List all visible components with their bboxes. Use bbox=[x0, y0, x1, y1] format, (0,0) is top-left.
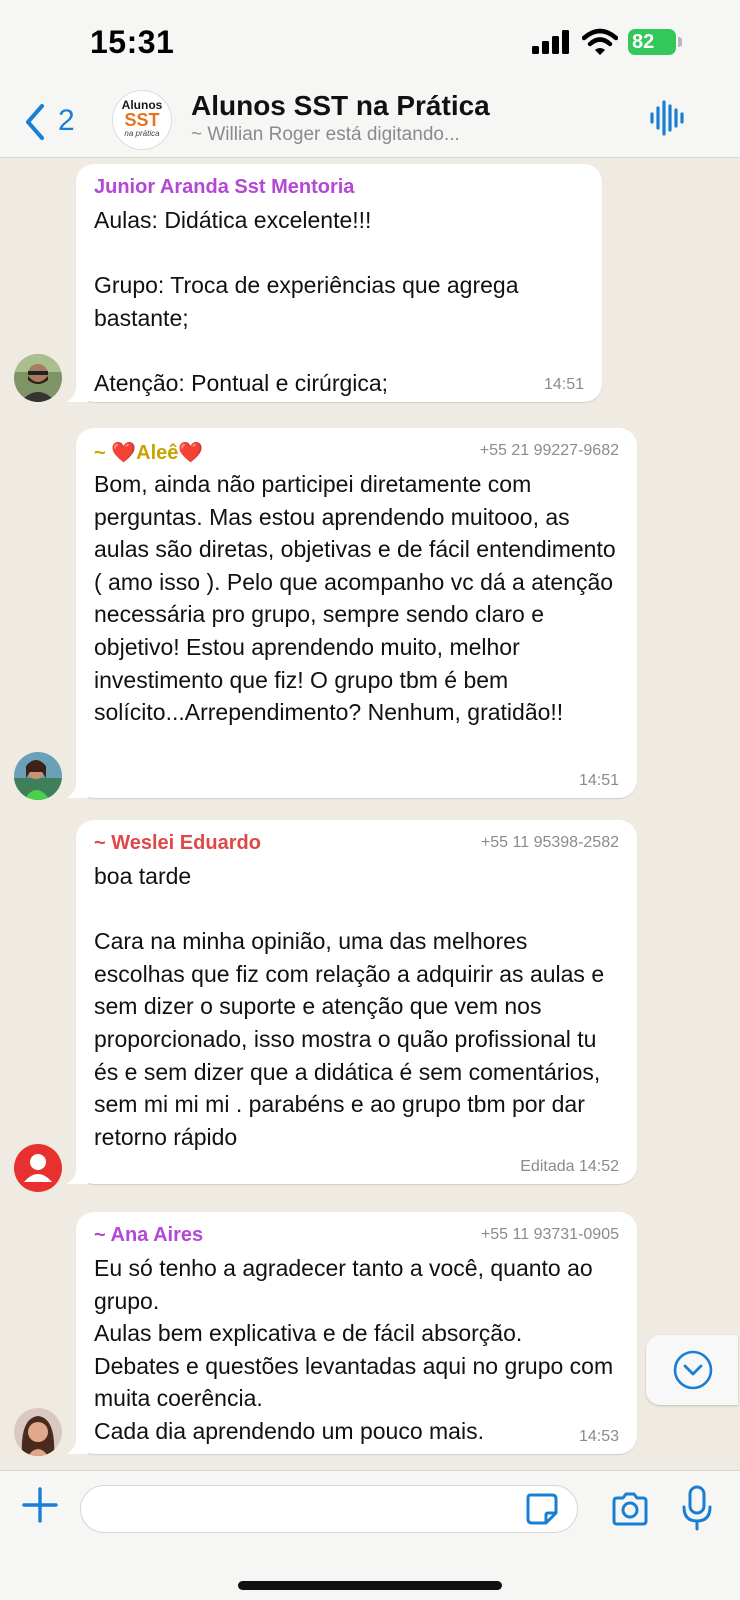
sender-phone: +55 11 93731-0905 bbox=[480, 1226, 619, 1243]
camera-icon[interactable] bbox=[610, 1489, 650, 1529]
message-input-bar bbox=[0, 1470, 740, 1600]
sender-phone: +55 21 99227-9682 bbox=[479, 442, 619, 459]
bubble-tail bbox=[66, 1434, 88, 1454]
sender-name[interactable]: ~ Weslei Eduardo bbox=[94, 832, 261, 855]
message-bubble[interactable]: ~ Weslei Eduardo +55 11 95398-2582 boa t… bbox=[66, 820, 637, 1184]
logo-text-line2: SST bbox=[124, 110, 160, 130]
sticker-icon[interactable] bbox=[524, 1491, 560, 1527]
avatar[interactable] bbox=[14, 752, 62, 800]
back-button[interactable]: 2 bbox=[20, 100, 90, 144]
default-user-icon bbox=[16, 1146, 60, 1190]
bubble-tail bbox=[66, 778, 88, 798]
plus-icon[interactable] bbox=[20, 1485, 60, 1525]
avatar[interactable] bbox=[14, 1408, 62, 1456]
message-time: Editada 14:52 bbox=[520, 1158, 619, 1175]
unread-count: 2 bbox=[58, 104, 75, 137]
sender-name[interactable]: ~ Ana Aires bbox=[94, 1224, 203, 1247]
sender-name[interactable]: Junior Aranda Sst Mentoria bbox=[94, 176, 354, 199]
bubble-tail bbox=[66, 382, 88, 402]
wifi-icon bbox=[582, 28, 618, 55]
sender-name[interactable]: ~ ❤️Aleê❤️ bbox=[94, 440, 203, 465]
sender-phone: +55 11 95398-2582 bbox=[480, 834, 619, 851]
home-indicator[interactable] bbox=[238, 1581, 502, 1590]
message-time: 14:51 bbox=[543, 376, 584, 393]
logo-text-line3: na prática bbox=[124, 129, 160, 138]
message-text: boa tarde Cara na minha opinião, uma das… bbox=[94, 863, 605, 1150]
message-text: Eu só tenho a agradecer tanto a você, qu… bbox=[94, 1255, 614, 1444]
bubble-tail bbox=[66, 1164, 88, 1184]
scroll-to-bottom-button[interactable] bbox=[646, 1335, 738, 1405]
message-text: Aulas: Didática excelente!!! Grupo: Troc… bbox=[94, 207, 519, 396]
cell-signal-icon bbox=[532, 30, 569, 54]
avatar[interactable] bbox=[14, 354, 62, 402]
chat-header: 2 Alunos SST na prática Alunos SST na Pr… bbox=[0, 88, 740, 158]
message-input[interactable] bbox=[80, 1485, 578, 1533]
group-avatar[interactable]: Alunos SST na prática bbox=[112, 90, 172, 150]
chat-area[interactable]: Junior Aranda Sst Mentoria Aulas: Didáti… bbox=[0, 158, 740, 1470]
chevron-down-icon bbox=[673, 1350, 713, 1390]
typing-status: ~ Willian Roger está digitando... bbox=[191, 124, 460, 145]
microphone-icon[interactable] bbox=[680, 1485, 714, 1531]
message-bubble[interactable]: Junior Aranda Sst Mentoria Aulas: Didáti… bbox=[66, 164, 602, 402]
message-text: Bom, ainda não participei diretamente co… bbox=[94, 471, 616, 726]
message-bubble[interactable]: ~ ❤️Aleê❤️ +55 21 99227-9682 Bom, ainda … bbox=[66, 428, 637, 798]
status-bar: 15:31 82 bbox=[0, 0, 740, 88]
message-time: 14:53 bbox=[578, 1428, 619, 1445]
battery-nub bbox=[678, 37, 682, 47]
audio-wave-icon[interactable] bbox=[648, 98, 688, 138]
message-bubble[interactable]: ~ Ana Aires +55 11 93731-0905 Eu só tenh… bbox=[66, 1212, 637, 1454]
chevron-left-icon bbox=[26, 104, 44, 140]
status-time: 15:31 bbox=[90, 24, 175, 60]
avatar[interactable] bbox=[14, 1144, 62, 1192]
message-time: 14:51 bbox=[578, 772, 619, 789]
chat-title[interactable]: Alunos SST na Prática bbox=[191, 90, 490, 122]
battery-indicator: 82 bbox=[628, 29, 676, 55]
